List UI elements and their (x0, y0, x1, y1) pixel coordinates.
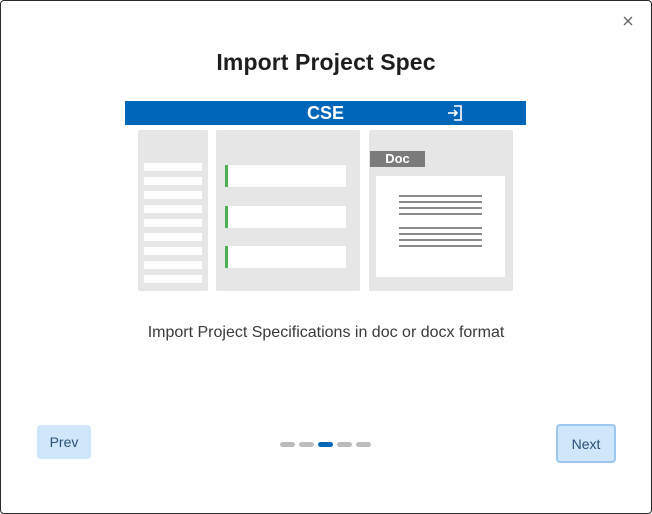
illustration-card (225, 246, 346, 268)
list-line (144, 275, 202, 283)
illustration-cards-panel (216, 130, 360, 291)
doc-line (399, 245, 482, 247)
illustration: CSE Doc (125, 101, 526, 292)
illustration-list-panel (138, 130, 208, 291)
illustration-card (225, 165, 346, 187)
pagination-dot[interactable] (299, 442, 314, 447)
list-line (144, 233, 202, 241)
close-button[interactable] (619, 12, 637, 30)
list-line (144, 205, 202, 213)
card-accent (225, 165, 228, 187)
dialog-description: Import Project Specifications in doc or … (147, 324, 505, 341)
list-line (144, 177, 202, 185)
card-accent (225, 206, 228, 228)
doc-line (399, 201, 482, 203)
illustration-doc-panel: Doc (369, 130, 513, 291)
pagination-dot[interactable] (356, 442, 371, 447)
doc-tag: Doc (370, 151, 425, 167)
dialog-title: Import Project Spec (216, 49, 436, 75)
list-line (144, 191, 202, 199)
import-icon (448, 105, 462, 121)
pagination-dot-active[interactable] (318, 442, 333, 447)
list-line (144, 219, 202, 227)
card-accent (225, 246, 228, 268)
illustration-card (225, 206, 346, 228)
doc-line (399, 195, 482, 197)
next-button[interactable]: Next (556, 424, 616, 463)
import-dialog: Import Project Spec CSE Doc Import Proje… (0, 0, 652, 514)
illustration-brand: CSE (306, 103, 344, 123)
doc-line (399, 227, 482, 229)
illustration-header-bar: CSE (125, 101, 526, 125)
close-icon (623, 16, 633, 26)
doc-line (399, 207, 482, 209)
doc-line (399, 239, 482, 241)
pagination-dot[interactable] (280, 442, 295, 447)
list-line (144, 261, 202, 269)
pagination-dot[interactable] (337, 442, 352, 447)
prev-button[interactable]: Prev (37, 425, 91, 459)
doc-page (376, 176, 505, 277)
list-line (144, 247, 202, 255)
doc-line (399, 233, 482, 235)
pagination-dots (280, 442, 375, 447)
list-line (144, 163, 202, 171)
doc-line (399, 213, 482, 215)
